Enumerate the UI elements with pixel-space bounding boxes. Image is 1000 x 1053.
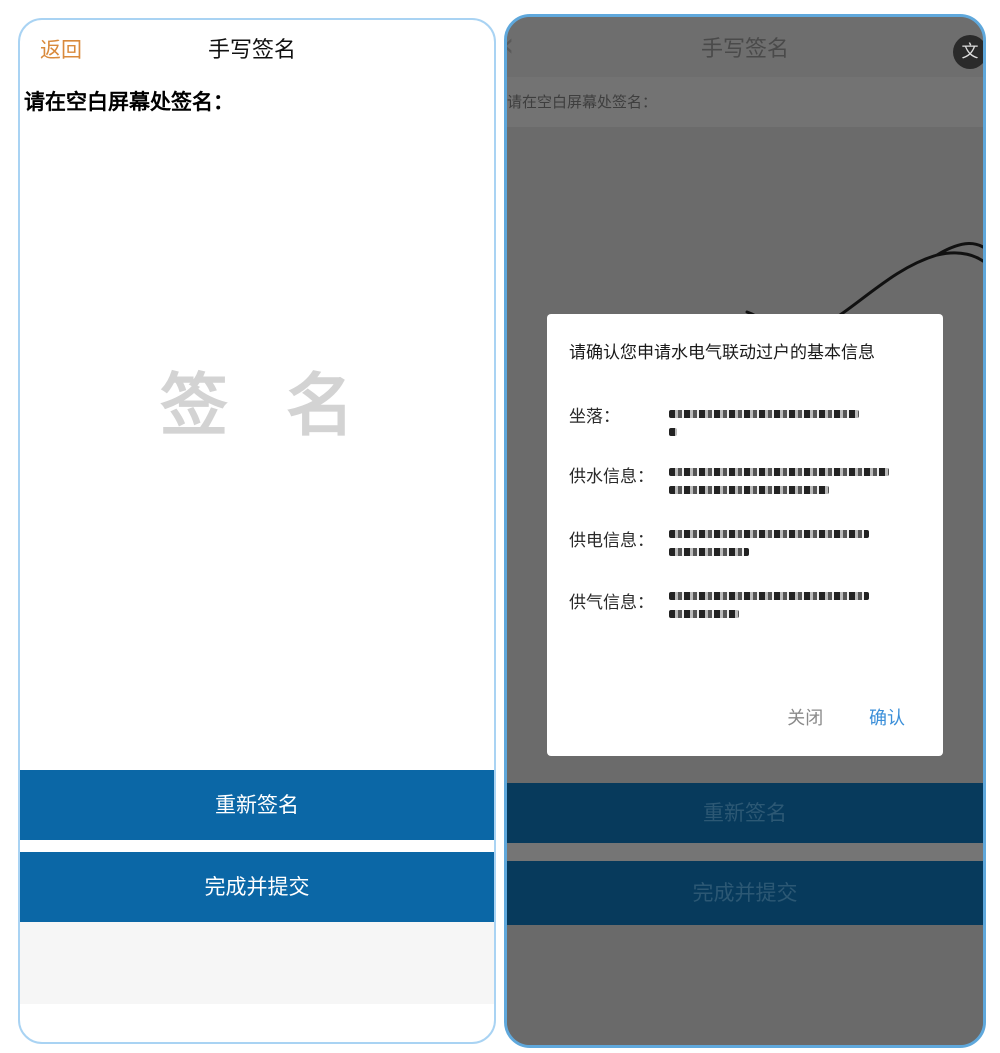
submit-button[interactable]: 完成并提交 (507, 861, 983, 925)
dialog-row-location: 坐落： (569, 402, 669, 427)
signature-instruction: 请在空白屏幕处签名： (24, 90, 234, 114)
redacted-value (669, 406, 899, 442)
dialog-actions: 关闭 确认 (787, 704, 905, 730)
confirm-button[interactable]: 确认 (869, 708, 905, 729)
redacted-value (669, 526, 899, 562)
left-phone-screen: 返回 手写签名 请在空白屏幕处签名： 签名 重新签名 完成并提交 (18, 18, 496, 1044)
signature-placeholder: 签名 (159, 367, 412, 446)
dialog-row-gas: 供气信息： (569, 588, 669, 613)
header-bar: 返回 手写签名 (20, 20, 494, 76)
resign-button[interactable]: 重新签名 (507, 783, 983, 843)
row-label: 供气信息： (569, 593, 654, 613)
header-bar: ‹ 手写签名 文 (507, 17, 983, 77)
confirm-info-dialog: 请确认您申请水电气联动过户的基本信息 坐落： 供水信息： 供电信息： 供气信息： (547, 314, 943, 756)
dialog-title: 请确认您申请水电气联动过户的基本信息 (569, 343, 875, 363)
translate-icon[interactable]: 文 (953, 35, 983, 69)
row-label: 供水信息： (569, 467, 654, 487)
page-title: 手写签名 (700, 37, 789, 62)
row-label: 供电信息： (569, 531, 654, 551)
close-button[interactable]: 关闭 (787, 708, 823, 729)
dialog-row-water: 供水信息： (569, 462, 669, 487)
signature-instruction: 请在空白屏幕处签名： (507, 93, 658, 111)
redacted-value (669, 464, 899, 500)
submit-button[interactable]: 完成并提交 (20, 852, 494, 922)
page-title: 手写签名 (207, 38, 296, 63)
footer-area (20, 922, 494, 1004)
signature-canvas[interactable] (20, 146, 494, 770)
resign-button[interactable]: 重新签名 (20, 770, 494, 840)
instruction-bar: 请在空白屏幕处签名： (507, 77, 983, 127)
row-label: 坐落： (569, 407, 620, 427)
dialog-row-electric: 供电信息： (569, 526, 669, 551)
footer-area (507, 925, 983, 1045)
right-phone-screen: ‹ 手写签名 文 请在空白屏幕处签名： 重新签名 完成并提交 请确认您申请水电气… (504, 14, 986, 1048)
redacted-value (669, 588, 899, 624)
